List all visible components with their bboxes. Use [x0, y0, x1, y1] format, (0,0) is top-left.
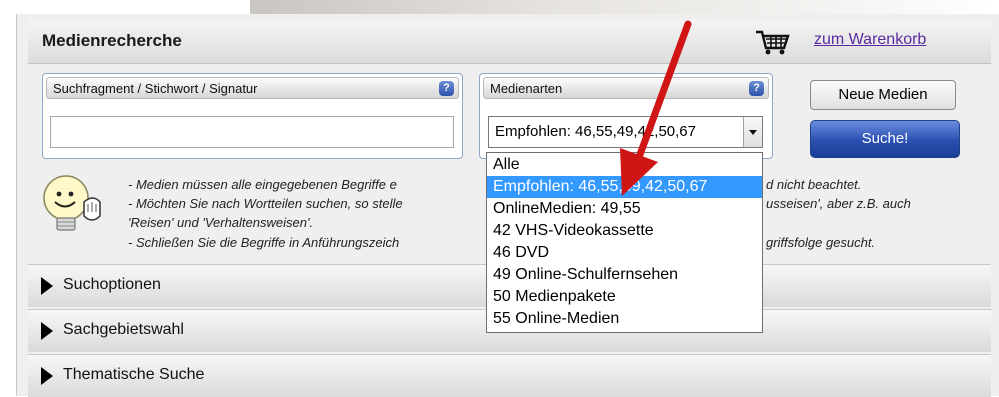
dropdown-option[interactable]: 50 Medienpakete	[487, 286, 762, 308]
smiley-lightbulb-icon	[43, 175, 101, 231]
dropdown-option-highlighted[interactable]: Empfohlen: 46,55,49,42,50,67	[487, 176, 762, 198]
media-type-dropdown-list: Alle Empfohlen: 46,55,49,42,50,67 Online…	[486, 152, 763, 333]
accordion-thematic-search[interactable]: Thematische Suche	[28, 354, 991, 397]
media-type-label: Medienarten	[490, 81, 563, 96]
page-title: Medienrecherche	[42, 31, 182, 50]
dropdown-option[interactable]: Alle	[487, 154, 762, 176]
dropdown-option[interactable]: 42 VHS-Videokassette	[487, 220, 762, 242]
search-term-panel: Suchfragment / Stichwort / Signatur ?	[42, 73, 463, 159]
hint-line-4: - Schließen Sie die Begriffe in Anführun…	[128, 235, 400, 250]
search-button[interactable]: Suche!	[810, 120, 960, 158]
dropdown-option[interactable]: 49 Online-Schulfernsehen	[487, 264, 762, 286]
hint-line-1: - Medien müssen alle eingegebenen Begrif…	[128, 177, 397, 192]
dropdown-option[interactable]: OnlineMedien: 49,55	[487, 198, 762, 220]
expand-arrow-icon	[41, 277, 53, 295]
dropdown-option[interactable]: 46 DVD	[487, 242, 762, 264]
new-media-button[interactable]: Neue Medien	[810, 80, 956, 110]
shopping-cart-icon[interactable]	[754, 28, 790, 56]
search-help-icon[interactable]: ?	[439, 81, 454, 96]
hint-line-4-end: griffsfolge gesucht.	[766, 235, 876, 250]
banner-image	[250, 0, 995, 14]
media-type-panel-header: Medienarten ?	[483, 77, 769, 99]
search-input[interactable]	[50, 116, 454, 148]
cart-link[interactable]: zum Warenkorb	[814, 31, 926, 49]
hint-line-3: 'Reisen' und 'Verhaltensweisen'.	[128, 215, 314, 230]
page-header: Medienrecherche zum Warenkorb	[28, 20, 991, 64]
media-type-select[interactable]: Empfohlen: 46,55,49,42,50,67	[488, 116, 763, 148]
media-type-selected-value: Empfohlen: 46,55,49,42,50,67	[495, 123, 696, 140]
hint-line-2-end: usseisen', aber z.B. auch	[766, 196, 911, 211]
search-term-label: Suchfragment / Stichwort / Signatur	[53, 81, 258, 96]
hint-line-2: - Möchten Sie nach Wortteilen suchen, so…	[128, 196, 403, 211]
chevron-down-icon[interactable]	[743, 117, 762, 147]
hint-line-1-end: d nicht beachtet.	[766, 177, 862, 192]
accordion-label: Sachgebietswahl	[63, 321, 184, 338]
dropdown-option[interactable]: 55 Online-Medien	[487, 308, 762, 330]
media-type-panel: Medienarten ? Empfohlen: 46,55,49,42,50,…	[479, 73, 773, 159]
accordion-label: Thematische Suche	[63, 366, 205, 383]
expand-arrow-icon	[41, 322, 53, 340]
expand-arrow-icon	[41, 367, 53, 385]
search-term-panel-header: Suchfragment / Stichwort / Signatur ?	[46, 77, 459, 99]
media-help-icon[interactable]: ?	[749, 81, 764, 96]
accordion-label: Suchoptionen	[63, 276, 161, 293]
